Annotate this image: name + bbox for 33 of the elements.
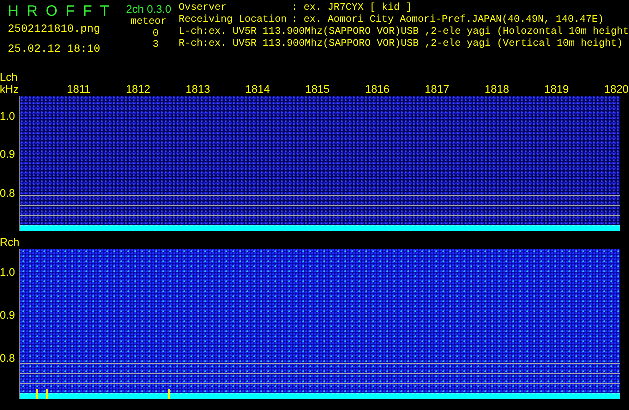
- app-logo: H R O F F T: [8, 3, 112, 21]
- meteor-count: 0: [152, 29, 159, 40]
- channel-label: Lch: [0, 72, 19, 84]
- axis-tick-label: 0.8: [0, 353, 16, 366]
- time-label: 1814: [244, 84, 272, 96]
- meteor-label: meteor: [130, 17, 167, 29]
- time-label: 1819: [544, 84, 570, 96]
- axis-tick-label: 1.0: [0, 111, 16, 124]
- axis-tick-label: 0.9: [0, 310, 16, 322]
- file-name: 2502121810.png: [8, 23, 102, 37]
- channel-info: R-ch:ex. UV5R 113.900Mhz(SAPPORO VOR)USB ,2-ele yagi (Vertical 10m height): [178, 39, 624, 51]
- version-label: 2ch 0.3.0: [126, 3, 172, 17]
- time-label: 1820: [603, 84, 629, 96]
- time-label: 1815: [304, 84, 331, 96]
- time-label: 1816: [364, 84, 391, 96]
- info-value: : ex. JR7CYX [ kid ]: [292, 3, 412, 14]
- time-label: 1817: [424, 84, 451, 96]
- axis-tick-label: 0.9: [0, 149, 16, 162]
- unit-label: kHz: [0, 84, 19, 96]
- time-label: 1813: [184, 84, 212, 96]
- axis-tick-label: 1.0: [0, 266, 16, 279]
- time-label: 1812: [125, 84, 152, 96]
- info-label: Ovserver: [178, 3, 228, 14]
- channel-label: Rch: [0, 237, 20, 249]
- meteor-mark: [168, 389, 170, 399]
- info-value: : ex. Aomori City Aomori-Pref.JAPAN(40.49N, 140.47E): [292, 15, 604, 26]
- channel-info: L-ch:ex. UV5R 113.900Mhz(SAPPORO VOR)USB ,2-ele yagi (Holozontal 10m height: [178, 27, 629, 38]
- time-label: 1818: [484, 84, 510, 96]
- timestamp: 25.02.12 18:10: [8, 43, 102, 57]
- axis-tick-label: 0.8: [0, 188, 16, 200]
- time-label: 1811: [66, 84, 92, 96]
- meteor-count: 3: [152, 40, 159, 51]
- info-label: Receiving Location: [178, 15, 288, 26]
